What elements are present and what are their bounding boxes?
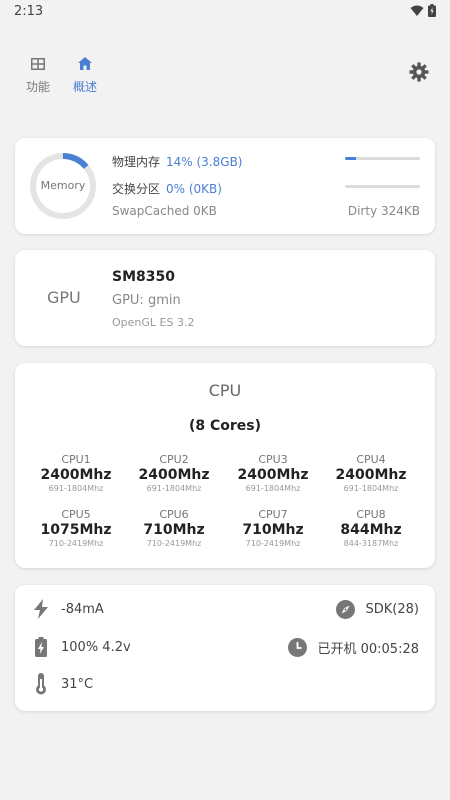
uptime-info: 已开机 00:05:28 — [287, 636, 419, 658]
lightning-icon — [34, 599, 48, 619]
battery-level: 100% 4.2v — [31, 636, 131, 658]
swap-bar — [345, 185, 420, 188]
gpu-opengl-version: OpenGL ES 3.2 — [112, 316, 195, 329]
swap-label: 交换分区 — [112, 182, 161, 196]
battery-icon — [428, 4, 436, 17]
status-time: 2:13 — [14, 4, 44, 19]
temperature: 31°C — [31, 673, 93, 695]
temperature-value: 31°C — [61, 676, 94, 692]
swap-row: 交换分区 0% (0KB) — [112, 180, 222, 197]
memory-card[interactable]: Memory 物理内存 14% (3.8GB) 交换分区 0% (0KB) Swap… — [15, 138, 435, 234]
cpu-core-range: 844-3187Mhz — [343, 539, 399, 548]
cpu-core-freq: 1075Mhz — [40, 522, 112, 538]
cpu-core-range: 710-2419Mhz — [48, 539, 104, 548]
battery-charging-icon — [35, 637, 47, 657]
cpu-core-freq: 2400Mhz — [237, 467, 309, 483]
cpu-core-freq: 710Mhz — [143, 522, 205, 538]
battery-current-value: -84mA — [61, 601, 104, 617]
cpu-core-freq: 844Mhz — [340, 522, 402, 538]
cpu-core-count: (8 Cores) — [188, 418, 262, 434]
tab-overview-label: 概述 — [72, 80, 97, 94]
cpu-core-name: CPU1 — [61, 453, 91, 466]
cpu-core: CPU8 844Mhz 844-3187Mhz — [322, 508, 420, 548]
tab-functions[interactable]: 功能 — [20, 55, 56, 95]
dirty-text: Dirty 324KB — [347, 204, 420, 218]
gear-icon — [409, 62, 429, 82]
clock-icon — [287, 637, 307, 657]
cpu-core-range: 691-1804Mhz — [343, 484, 399, 493]
gpu-title: GPU — [47, 288, 81, 307]
tab-overview[interactable]: 概述 — [67, 55, 103, 95]
cpu-core-range: 691-1804Mhz — [146, 484, 202, 493]
cpu-core-range: 691-1804Mhz — [48, 484, 104, 493]
swap-value: 0% (0KB) — [166, 182, 222, 196]
cpu-core: CPU2 2400Mhz 691-1804Mhz — [125, 453, 223, 493]
battery-card[interactable]: -84mA SDK(28) 100% 4.2v 已开机 00:05:28 31°… — [15, 585, 435, 711]
uptime-value: 已开机 00:05:28 — [317, 641, 419, 657]
cpu-card[interactable]: CPU (8 Cores) CPU1 2400Mhz 691-1804Mhz C… — [15, 363, 435, 568]
gpu-model: SM8350 — [112, 269, 175, 285]
cpu-core-name: CPU3 — [258, 453, 288, 466]
cpu-core: CPU6 710Mhz 710-2419Mhz — [125, 508, 223, 548]
thermometer-icon — [36, 673, 46, 695]
cpu-core: CPU1 2400Mhz 691-1804Mhz — [27, 453, 125, 493]
swap-cached-text: SwapCached 0KB — [112, 204, 217, 218]
status-icons — [410, 4, 436, 17]
cpu-core-freq: 710Mhz — [242, 522, 304, 538]
cpu-core-freq: 2400Mhz — [138, 467, 210, 483]
cpu-core-freq: 2400Mhz — [40, 467, 112, 483]
cpu-core-range: 710-2419Mhz — [146, 539, 202, 548]
sdk-value: SDK(28) — [365, 601, 419, 617]
cpu-core-name: CPU4 — [356, 453, 386, 466]
cpu-core-range: 710-2419Mhz — [245, 539, 301, 548]
cpu-core-range: 691-1804Mhz — [245, 484, 301, 493]
cpu-core-freq: 2400Mhz — [335, 467, 407, 483]
cpu-core-name: CPU2 — [159, 453, 189, 466]
wifi-icon — [410, 5, 424, 16]
battery-level-value: 100% 4.2v — [61, 639, 131, 655]
sdk-info: SDK(28) — [336, 598, 419, 620]
gpu-vendor: GPU: gmin — [112, 293, 181, 308]
cpu-core-name: CPU5 — [61, 508, 91, 521]
physical-memory-value: 14% (3.8GB) — [166, 155, 243, 169]
physical-memory-bar-fill — [345, 157, 356, 160]
home-icon — [78, 57, 92, 70]
cpu-core: CPU7 710Mhz 710-2419Mhz — [224, 508, 322, 548]
cpu-core-name: CPU6 — [159, 508, 189, 521]
gpu-card[interactable]: GPU SM8350 GPU: gmin OpenGL ES 3.2 — [15, 250, 435, 346]
cpu-title: CPU — [208, 381, 242, 400]
status-bar: 2:13 — [0, 0, 450, 24]
physical-memory-bar — [345, 157, 420, 160]
physical-memory-label: 物理内存 — [112, 155, 161, 169]
compass-icon — [336, 599, 356, 619]
cpu-core: CPU3 2400Mhz 691-1804Mhz — [224, 453, 322, 493]
settings-button[interactable] — [409, 62, 431, 84]
cpu-core-name: CPU7 — [258, 508, 288, 521]
cpu-core: CPU4 2400Mhz 691-1804Mhz — [322, 453, 420, 493]
physical-memory-row: 物理内存 14% (3.8GB) — [112, 153, 242, 170]
grid-icon — [31, 58, 45, 70]
battery-current: -84mA — [31, 598, 104, 620]
memory-ring-label: Memory — [40, 179, 86, 192]
cpu-core-name: CPU8 — [356, 508, 386, 521]
tab-functions-label: 功能 — [25, 80, 50, 94]
cpu-core: CPU5 1075Mhz 710-2419Mhz — [27, 508, 125, 548]
